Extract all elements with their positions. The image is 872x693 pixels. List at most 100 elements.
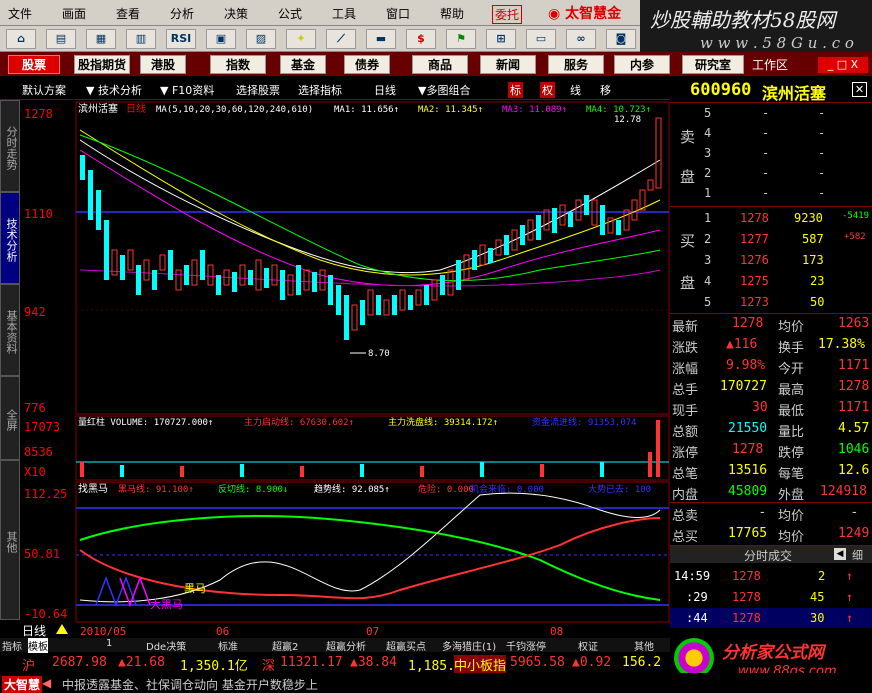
annot-big-black-horse: 大黑马 [150, 597, 183, 611]
grid-icon[interactable]: ▦ [86, 29, 116, 49]
menu-view[interactable]: 查看 [116, 5, 140, 22]
news-bar: 大智慧 ◀ 中报透露基金、社保调仓动向 基金开户数稳步上 [0, 673, 872, 693]
star-icon[interactable]: ✦ [286, 29, 316, 49]
tab-mark[interactable]: 标 [508, 82, 523, 98]
ind-y-mid: 50.81 [24, 547, 60, 561]
tab-indicator[interactable]: 指标 [2, 638, 22, 653]
stat-row: 涨幅 9.98% 今开 1171 [672, 358, 870, 377]
tab-select-indicator[interactable]: 选择指标 [298, 82, 342, 98]
menu-decision[interactable]: 决策 [224, 5, 248, 22]
nav-commodity[interactable]: 商品 [412, 55, 468, 74]
vtab-other[interactable]: 其他 [0, 460, 20, 620]
tab-limit-up[interactable]: 千钧涨停 [506, 638, 546, 653]
nav-fund[interactable]: 基金 [280, 55, 326, 74]
menu-help[interactable]: 帮助 [440, 5, 464, 22]
tab-superwin2[interactable]: 超赢2 [272, 638, 298, 653]
nav-service[interactable]: 服务 [548, 55, 604, 74]
binoculars-icon[interactable]: ∞ [566, 29, 596, 49]
ind-black-horse: 黑马线: 91.100↑ [118, 483, 194, 495]
vol-label-mid: 8536 [24, 445, 53, 459]
rsi-icon[interactable]: RSI [166, 29, 196, 49]
nav-insider[interactable]: 内参 [614, 55, 670, 74]
table2-icon[interactable]: ▣ [206, 29, 236, 49]
dollar-icon[interactable]: ▤ [46, 29, 76, 49]
tab-1[interactable]: 1 [106, 638, 112, 649]
nav-research[interactable]: 研究室 [682, 55, 744, 74]
stat-row: 现手 30 最低 1171 [672, 400, 870, 419]
tab-multi[interactable]: ▼多图组合 [418, 82, 470, 98]
bar-icon[interactable]: ▬ [366, 29, 396, 49]
nav-index-futures[interactable]: 股指期货 [74, 55, 130, 74]
menu-analysis[interactable]: 分析 [170, 5, 194, 22]
vtab-fullscreen[interactable]: 全屏 [0, 376, 20, 460]
stock-name: 滨州活塞 [762, 84, 827, 103]
stat-row: 总额 21550 量比 4.57 [672, 421, 870, 440]
market-ticker: 沪 2687.98 ▲21.68 1,350.1亿 深 11321.17 ▲38… [0, 653, 670, 689]
stock-code: 600960 [690, 80, 752, 100]
trade-button[interactable]: 委托 [492, 5, 523, 24]
y-label-1110: 1110 [24, 207, 53, 221]
tab-default-scheme[interactable]: 默认方案 [22, 82, 66, 98]
collapse-icon[interactable]: ◀ [834, 548, 846, 560]
vtab-technical[interactable]: 技术分析 [0, 192, 20, 284]
sh-label: 沪 [22, 659, 36, 674]
box-icon[interactable]: ▭ [526, 29, 556, 49]
menu-screen[interactable]: 画面 [62, 5, 86, 22]
news-headline[interactable]: 中报透露基金、社保调仓动向 基金开户数稳步上 [62, 676, 318, 693]
vtab-intraday[interactable]: 分时走势 [0, 100, 20, 192]
flag-icon[interactable]: ⚑ [446, 29, 476, 49]
tab-select-stock[interactable]: 选择股票 [236, 82, 280, 98]
brand-name: 分析家公式网 [722, 643, 824, 663]
speaker-icon[interactable]: ◀ [42, 676, 51, 690]
menu-formula[interactable]: 公式 [278, 5, 302, 22]
menu-file[interactable]: 文件 [8, 5, 32, 22]
ind-rebound: 反切线: 8.900↓ [218, 483, 288, 495]
nav-news[interactable]: 新闻 [480, 55, 536, 74]
tab-other[interactable]: 其他 [634, 638, 654, 653]
tab-hunter[interactable]: 多海猎庄(1) [442, 638, 496, 653]
tab-tech-analysis[interactable]: ▼ 技术分析 [86, 82, 142, 98]
nav-index[interactable]: 指数 [210, 55, 266, 74]
close-icon[interactable]: ✕ [852, 82, 867, 97]
abacus-icon[interactable]: ⊞ [486, 29, 516, 49]
menu-tools[interactable]: 工具 [332, 5, 356, 22]
window-controls[interactable]: _ □ X [818, 57, 868, 73]
ruler-icon[interactable]: ⟋ [326, 29, 356, 49]
tab-move[interactable]: 移 [600, 82, 611, 98]
menu-window[interactable]: 窗口 [386, 5, 410, 22]
x-label-2: 07 [366, 625, 379, 638]
candlestick-chart[interactable]: 滨州活塞 日线 MA(5,10,20,30,60,120,240,610) MA… [20, 100, 670, 640]
tab-warrant[interactable]: 权证 [578, 638, 598, 653]
sme-change: ▲0.92 [572, 655, 612, 670]
ind-y-bottom: -10.64 [24, 607, 67, 621]
brand-logo: ◉ 太智慧金 [548, 6, 622, 22]
tab-rights[interactable]: 权 [540, 82, 555, 98]
home-icon[interactable]: ⌂ [6, 29, 36, 49]
tab-standard[interactable]: 标准 [218, 638, 238, 653]
ask-row: 4-- [704, 126, 826, 140]
stat-row: 总买 17765 均价 1249 [672, 526, 870, 545]
camera-icon[interactable]: ◙ [606, 29, 636, 49]
tab-line[interactable]: 线 [570, 82, 581, 98]
nav-stock[interactable]: 股票 [8, 55, 60, 74]
period-bottom-label[interactable]: 日线 [22, 624, 46, 638]
tab-dde[interactable]: Dde决策 [146, 638, 186, 653]
table-icon[interactable]: ▥ [126, 29, 156, 49]
tab-f10[interactable]: ▼ F10资料 [160, 82, 214, 98]
tab-template[interactable]: 模板 [28, 638, 48, 653]
tab-daily[interactable]: 日线 [374, 82, 396, 98]
tab-superwin-buy[interactable]: 超赢买点 [386, 638, 426, 653]
tick-row: :29 1278 45 ↑ [686, 590, 854, 604]
detail-link[interactable]: 细 [852, 547, 863, 563]
ma4-value: MA4: 10.723↑ [586, 105, 651, 115]
tab-superwin-analysis[interactable]: 超赢分析 [326, 638, 366, 653]
vtab-fundamentals[interactable]: 基本资料 [0, 284, 20, 376]
nav-bond[interactable]: 债券 [344, 55, 390, 74]
chart-tab-bar: 默认方案 ▼ 技术分析 ▼ F10资料 选择股票 选择指标 日线 ▼多图组合 标… [0, 78, 670, 100]
sz-value: 11321.17 [280, 655, 343, 670]
nav-hk[interactable]: 港股 [140, 55, 186, 74]
workspace-label[interactable]: 工作区 [752, 56, 788, 73]
chart-icon[interactable]: ▨ [246, 29, 276, 49]
s-icon[interactable]: $ [406, 29, 436, 49]
x-label-3: 08 [550, 625, 563, 638]
